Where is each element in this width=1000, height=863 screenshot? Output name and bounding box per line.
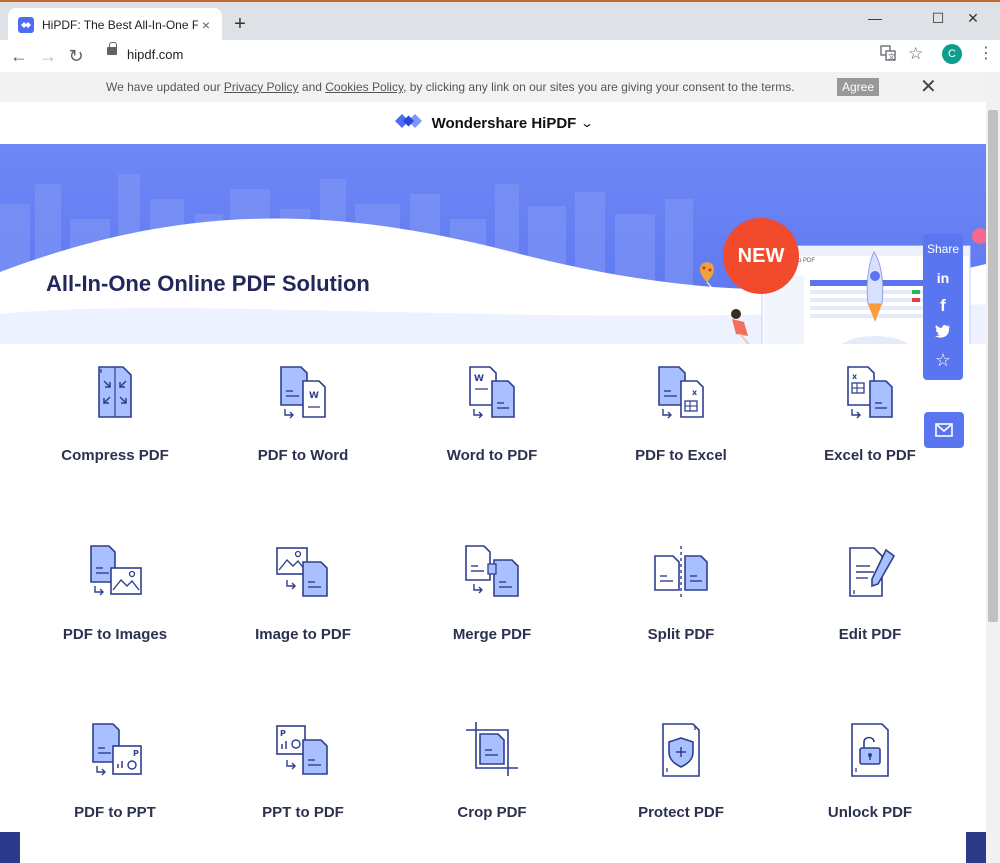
tool-pdf-to-excel[interactable]: x PDF to Excel (586, 365, 776, 515)
merge-icon (465, 545, 519, 597)
cookie-message: We have updated our Privacy Policy and C… (106, 80, 795, 94)
lock-icon (107, 42, 117, 55)
footer-edge (966, 832, 986, 863)
tool-pdf-to-ppt[interactable]: P PDF to PPT (20, 722, 210, 863)
cookies-policy-link[interactable]: Cookies Policy (325, 80, 403, 94)
tool-label: Edit PDF (838, 626, 902, 643)
translate-icon[interactable]: 文 (880, 45, 896, 65)
reload-button[interactable]: ↻ (64, 44, 88, 68)
cookie-close-icon[interactable]: ✕ (920, 76, 937, 98)
compress-icon (98, 366, 132, 418)
tool-label: Crop PDF (457, 804, 527, 821)
crop-icon (466, 722, 518, 776)
forward-button[interactable]: → (36, 44, 60, 68)
address-bar[interactable]: hipdf.com (127, 47, 183, 62)
svg-text:W: W (474, 374, 484, 384)
tool-unlock-pdf[interactable]: Unlock PDF (775, 722, 965, 863)
tool-label: Compress PDF (61, 447, 169, 464)
tool-label: Split PDF (647, 626, 715, 643)
minimize-button[interactable]: — (852, 8, 898, 28)
tool-label: PPT to PDF (262, 804, 344, 821)
tool-label: PDF to Word (257, 447, 349, 464)
svg-text:P: P (280, 729, 286, 738)
tool-crop-pdf[interactable]: Crop PDF (397, 722, 587, 863)
cookie-banner: We have updated our Privacy Policy and C… (0, 72, 986, 102)
facebook-icon[interactable]: f (923, 296, 963, 316)
brand-name[interactable]: Wondershare HiPDF (432, 115, 577, 132)
tool-label: Word to PDF (446, 447, 538, 464)
tool-pdf-to-images[interactable]: PDF to Images (20, 544, 210, 694)
tool-label: PDF to Images (62, 626, 168, 643)
hipdf-favicon-icon (18, 17, 34, 33)
mail-icon (935, 423, 953, 437)
tab-close-icon[interactable]: × (198, 17, 214, 33)
tool-label: Protect PDF (638, 804, 724, 821)
unlock-icon (851, 723, 889, 777)
scrollbar-thumb[interactable] (988, 110, 998, 622)
hero-banner: File to PDF NEW (0, 144, 986, 344)
svg-text:W: W (309, 391, 319, 401)
edit-icon (849, 547, 896, 597)
tool-merge-pdf[interactable]: Merge PDF (397, 544, 587, 694)
mail-button[interactable] (924, 412, 964, 448)
twitter-icon[interactable] (923, 324, 963, 342)
new-badge-text: NEW (738, 245, 785, 267)
browser-tab[interactable]: HiPDF: The Best All-In-One Free × (8, 8, 222, 42)
tool-edit-pdf[interactable]: Edit PDF (775, 544, 965, 694)
tool-word-to-pdf[interactable]: W Word to PDF (397, 365, 587, 515)
tool-ppt-to-pdf[interactable]: P PPT to PDF (208, 722, 398, 863)
tool-label: Unlock PDF (827, 804, 913, 821)
tool-label: Merge PDF (452, 626, 532, 643)
cookie-text-1: We have updated our (106, 80, 224, 94)
browser-menu-icon[interactable]: ⋮ (978, 43, 994, 63)
favorite-star-icon[interactable]: ☆ (923, 350, 963, 371)
svg-text:文: 文 (888, 52, 895, 61)
image-to-pdf-icon (276, 547, 328, 597)
cookie-text-3: , by clicking any link on our sites you … (403, 80, 795, 94)
ppt-to-pdf-icon: P (276, 725, 328, 775)
protect-icon (662, 723, 700, 777)
pdf-to-ppt-icon: P (92, 723, 142, 776)
tool-label: Excel to PDF (824, 447, 916, 464)
tool-label: PDF to PPT (74, 804, 156, 821)
share-label: Share (926, 242, 960, 256)
svg-text:x: x (692, 388, 698, 397)
browser-titlebar: HiPDF: The Best All-In-One Free × + — ☐ … (0, 0, 1000, 42)
linkedin-icon[interactable]: in (923, 270, 963, 286)
hipdf-logo-icon[interactable] (394, 112, 424, 135)
new-badge: NEW (723, 218, 799, 294)
tool-label: Image to PDF (255, 626, 351, 643)
word-to-pdf-icon: W (469, 366, 515, 419)
split-icon (654, 546, 708, 598)
footer-edge (0, 832, 20, 863)
privacy-policy-link[interactable]: Privacy Policy (224, 80, 299, 94)
tab-title: HiPDF: The Best All-In-One Free (42, 18, 198, 32)
profile-avatar[interactable]: C (942, 44, 962, 64)
close-window-button[interactable]: ✕ (950, 8, 996, 28)
tool-compress-pdf[interactable]: Compress PDF (20, 365, 210, 515)
cookie-text-2: and (298, 80, 326, 94)
bookmark-star-icon[interactable]: ☆ (908, 44, 923, 64)
new-tab-button[interactable]: + (230, 14, 250, 34)
tool-label: PDF to Excel (635, 447, 727, 464)
web-page: We have updated our Privacy Policy and C… (0, 72, 986, 863)
agree-button[interactable]: Agree (837, 78, 879, 96)
svg-text:x: x (852, 372, 858, 381)
svg-text:P: P (133, 749, 139, 758)
share-panel: Share in f ☆ (923, 234, 963, 380)
excel-to-pdf-icon: x (847, 366, 893, 419)
pdf-to-images-icon (90, 545, 142, 596)
pdf-to-word-icon: W (280, 366, 326, 419)
tool-image-to-pdf[interactable]: Image to PDF (208, 544, 398, 694)
chevron-down-icon[interactable]: ⌄ (580, 116, 594, 130)
tool-split-pdf[interactable]: Split PDF (586, 544, 776, 694)
page-title: All-In-One Online PDF Solution (46, 271, 370, 296)
brand-header: Wondershare HiPDF ⌄ (0, 102, 986, 144)
back-button[interactable]: ← (7, 44, 31, 68)
pdf-to-excel-icon: x (658, 366, 704, 419)
tool-pdf-to-word[interactable]: W PDF to Word (208, 365, 398, 515)
tool-protect-pdf[interactable]: Protect PDF (586, 722, 776, 863)
